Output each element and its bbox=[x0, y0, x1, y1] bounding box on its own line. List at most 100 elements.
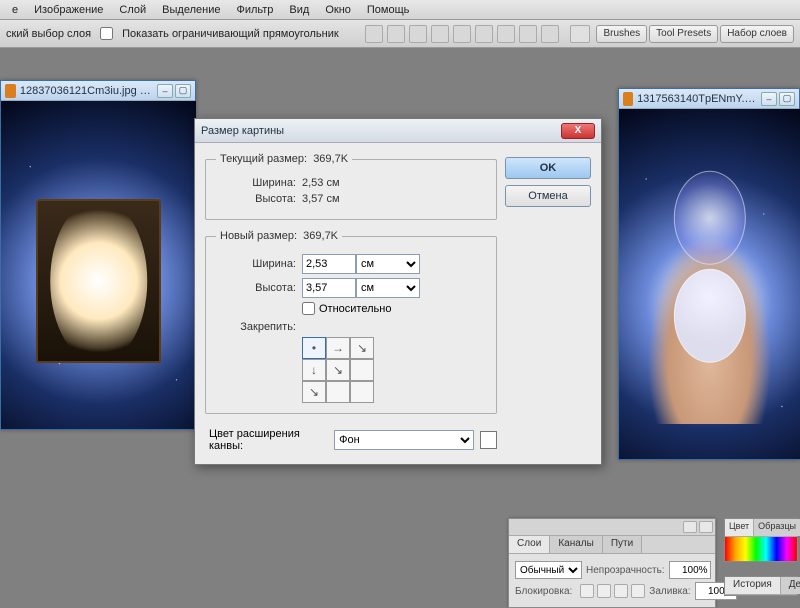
ext-color-label: Цвет расширения канвы: bbox=[209, 428, 328, 452]
anchor-cell[interactable] bbox=[326, 381, 350, 403]
close-button[interactable]: X bbox=[561, 123, 595, 139]
height-label: Высота: bbox=[216, 193, 296, 205]
document-icon bbox=[5, 84, 16, 98]
opacity-input[interactable] bbox=[669, 561, 711, 579]
document-canvas[interactable] bbox=[619, 109, 800, 459]
tab-channels[interactable]: Каналы bbox=[550, 536, 603, 553]
menu-bar: е Изображение Слой Выделение Фильтр Вид … bbox=[0, 0, 800, 20]
dialog-title: Размер картины bbox=[201, 125, 284, 137]
blend-mode-select[interactable]: Обычный bbox=[515, 561, 582, 579]
height-unit-select[interactable]: см bbox=[356, 278, 420, 298]
document-title: 1317563140TpENmY.jpg @ 100... bbox=[637, 93, 757, 105]
width-label: Ширина: bbox=[216, 177, 296, 189]
new-size-value: 369,7K bbox=[303, 230, 338, 242]
panel-minimize-icon[interactable] bbox=[683, 521, 697, 533]
palette-tabs: Brushes Tool Presets Набор слоев bbox=[570, 25, 794, 43]
align-icon[interactable] bbox=[409, 25, 427, 43]
show-bounds-label: Показать ограничивающий прямоугольник bbox=[122, 28, 339, 40]
width-input[interactable] bbox=[302, 254, 356, 274]
align-icon[interactable] bbox=[541, 25, 559, 43]
tab-history[interactable]: История bbox=[725, 577, 781, 594]
align-icon[interactable] bbox=[365, 25, 383, 43]
anchor-cell[interactable]: • bbox=[302, 337, 326, 359]
options-bar: ский выбор слоя Показать ограничивающий … bbox=[0, 20, 800, 48]
align-icon[interactable] bbox=[453, 25, 471, 43]
document-window-left: 12837036121Cm3iu.jpg @ 100%... – ▢ bbox=[0, 80, 196, 430]
current-size-value: 369,7K bbox=[313, 153, 348, 165]
document-title: 12837036121Cm3iu.jpg @ 100%... bbox=[20, 85, 153, 97]
lock-all-icon[interactable] bbox=[631, 584, 645, 598]
cancel-button[interactable]: Отмена bbox=[505, 185, 591, 207]
align-icon[interactable] bbox=[519, 25, 537, 43]
width-value: 2,53 см bbox=[302, 177, 340, 189]
document-canvas[interactable] bbox=[1, 101, 196, 429]
opacity-label: Непрозрачность: bbox=[586, 565, 665, 576]
lock-paint-icon[interactable] bbox=[597, 584, 611, 598]
maximize-icon[interactable]: ▢ bbox=[779, 92, 795, 106]
relative-checkbox[interactable] bbox=[302, 302, 315, 315]
show-bounds-checkbox[interactable] bbox=[100, 27, 113, 40]
tab-swatches[interactable]: Образцы bbox=[754, 519, 800, 536]
anchor-grid: • → ↘ ↓ ↘ ↘ bbox=[302, 337, 486, 403]
align-icon[interactable] bbox=[475, 25, 493, 43]
anchor-cell[interactable]: ↓ bbox=[302, 359, 326, 381]
height-label: Высота: bbox=[216, 282, 296, 294]
relative-label: Относительно bbox=[319, 303, 391, 315]
lock-label: Блокировка: bbox=[515, 586, 572, 597]
menu-window[interactable]: Окно bbox=[317, 2, 359, 18]
anchor-cell[interactable] bbox=[350, 381, 374, 403]
ext-color-swatch[interactable] bbox=[480, 431, 497, 449]
document-window-right: 1317563140TpENmY.jpg @ 100... – ▢ bbox=[618, 88, 800, 460]
auto-select-label: ский выбор слоя bbox=[6, 28, 91, 40]
document-titlebar[interactable]: 1317563140TpENmY.jpg @ 100... – ▢ bbox=[619, 89, 799, 109]
width-label: Ширина: bbox=[216, 258, 296, 270]
menu-fragment: е bbox=[4, 2, 26, 18]
lock-transparency-icon[interactable] bbox=[580, 584, 594, 598]
height-value: 3,57 см bbox=[302, 193, 340, 205]
height-input[interactable] bbox=[302, 278, 356, 298]
menu-help[interactable]: Помощь bbox=[359, 2, 418, 18]
tab-layers[interactable]: Слои bbox=[509, 536, 550, 553]
anchor-cell[interactable]: → bbox=[326, 337, 350, 359]
tab-color[interactable]: Цвет bbox=[725, 519, 754, 536]
tab-paths[interactable]: Пути bbox=[603, 536, 642, 553]
ext-color-select[interactable]: Фон bbox=[334, 430, 474, 450]
anchor-cell[interactable] bbox=[350, 359, 374, 381]
new-size-legend: Новый размер: bbox=[220, 230, 297, 242]
history-panel: История Дейст bbox=[724, 576, 798, 596]
canvas-size-dialog: Размер картины X Текущий размер: 369,7K … bbox=[194, 118, 602, 465]
align-icon[interactable] bbox=[497, 25, 515, 43]
minimize-icon[interactable]: – bbox=[157, 84, 173, 98]
ok-button[interactable]: OK bbox=[505, 157, 591, 179]
menu-view[interactable]: Вид bbox=[281, 2, 317, 18]
layers-panel: Слои Каналы Пути Обычный Непрозрачность:… bbox=[508, 518, 716, 608]
palette-icon[interactable] bbox=[570, 25, 590, 43]
width-unit-select[interactable]: см bbox=[356, 254, 420, 274]
new-size-group: Новый размер: 369,7K Ширина: см Высота: … bbox=[205, 230, 497, 414]
tab-actions[interactable]: Дейст bbox=[781, 577, 800, 594]
document-titlebar[interactable]: 12837036121Cm3iu.jpg @ 100%... – ▢ bbox=[1, 81, 195, 101]
anchor-cell[interactable]: ↘ bbox=[350, 337, 374, 359]
align-icon[interactable] bbox=[387, 25, 405, 43]
anchor-cell[interactable]: ↘ bbox=[302, 381, 326, 403]
panel-close-icon[interactable] bbox=[699, 521, 713, 533]
current-size-legend: Текущий размер: bbox=[220, 153, 307, 165]
menu-filter[interactable]: Фильтр bbox=[228, 2, 281, 18]
lock-move-icon[interactable] bbox=[614, 584, 628, 598]
tab-layer-comps[interactable]: Набор слоев bbox=[720, 25, 794, 43]
document-icon bbox=[623, 92, 633, 106]
tab-tool-presets[interactable]: Tool Presets bbox=[649, 25, 718, 43]
anchor-label: Закрепить: bbox=[216, 321, 296, 333]
dialog-titlebar[interactable]: Размер картины X bbox=[195, 119, 601, 143]
align-icon[interactable] bbox=[431, 25, 449, 43]
spectrum-bar[interactable] bbox=[725, 537, 797, 561]
color-panel: Цвет Образцы bbox=[724, 518, 798, 562]
menu-select[interactable]: Выделение bbox=[154, 2, 228, 18]
minimize-icon[interactable]: – bbox=[761, 92, 777, 106]
maximize-icon[interactable]: ▢ bbox=[175, 84, 191, 98]
fill-label: Заливка: bbox=[649, 586, 690, 597]
menu-layer[interactable]: Слой bbox=[111, 2, 154, 18]
menu-image[interactable]: Изображение bbox=[26, 2, 111, 18]
anchor-cell[interactable]: ↘ bbox=[326, 359, 350, 381]
tab-brushes[interactable]: Brushes bbox=[596, 25, 647, 43]
